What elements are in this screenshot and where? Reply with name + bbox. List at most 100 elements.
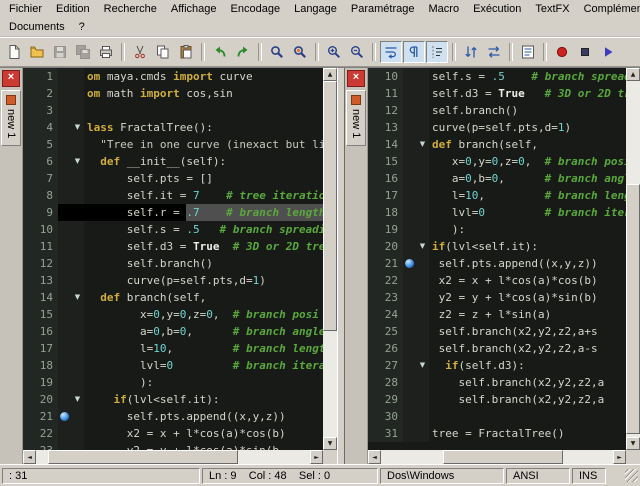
line-number[interactable]: 12 xyxy=(368,102,403,119)
bookmark-margin[interactable] xyxy=(58,255,71,272)
show-all-characters-button[interactable] xyxy=(403,41,425,63)
menu-item-fichier[interactable]: Fichier xyxy=(2,1,49,17)
line-number[interactable]: 18 xyxy=(368,204,403,221)
code-text[interactable]: lass FractalTree(): xyxy=(84,119,323,136)
menu-item-edition[interactable]: Edition xyxy=(49,1,97,17)
line-number[interactable]: 27 xyxy=(368,357,403,374)
bookmark-margin[interactable] xyxy=(403,357,416,374)
line-number[interactable]: 22 xyxy=(23,425,58,442)
code-text[interactable]: self.branch(x2,y2,z2,a xyxy=(429,374,626,391)
horizontal-scroll-thumb[interactable] xyxy=(48,450,238,464)
line-number[interactable]: 5 xyxy=(23,136,58,153)
code-text[interactable] xyxy=(84,102,323,119)
zoom-out-button[interactable] xyxy=(346,41,368,63)
play-macro-button[interactable] xyxy=(597,41,619,63)
bookmark-margin[interactable] xyxy=(403,119,416,136)
code-text[interactable]: x=0,y=0,z=0, # branch posi xyxy=(84,306,323,323)
line-number[interactable]: 4 xyxy=(23,119,58,136)
scroll-left-button[interactable]: ◄ xyxy=(368,450,381,464)
line-number[interactable]: 31 xyxy=(368,425,403,442)
document-tab[interactable]: new 1 xyxy=(1,90,21,146)
line-number[interactable]: 17 xyxy=(368,187,403,204)
bookmark-margin[interactable] xyxy=(58,136,71,153)
bookmark-margin[interactable] xyxy=(58,306,71,323)
scroll-right-button[interactable]: ► xyxy=(613,450,626,464)
code-text[interactable]: l=10, # branch length xyxy=(429,187,626,204)
replace-button[interactable] xyxy=(289,41,311,63)
vertical-scroll-thumb[interactable] xyxy=(323,81,337,331)
line-number[interactable]: 11 xyxy=(23,238,58,255)
vertical-scrollbar[interactable]: ▲ ▼ xyxy=(323,68,337,450)
code-editor-right[interactable]: 10self.s = .5 # branch spreading11self.d… xyxy=(368,68,640,464)
code-text[interactable]: self.d3 = True # 3D or 2D tree xyxy=(84,238,323,255)
bookmark-margin[interactable] xyxy=(58,85,71,102)
find-button[interactable] xyxy=(266,41,288,63)
open-file-button[interactable] xyxy=(26,41,48,63)
line-number[interactable]: 11 xyxy=(368,85,403,102)
scroll-up-button[interactable]: ▲ xyxy=(626,68,640,81)
line-number[interactable]: 20 xyxy=(23,391,58,408)
bookmark-margin[interactable] xyxy=(403,408,416,425)
fold-collapse-icon[interactable]: ▼ xyxy=(71,391,84,408)
code-text[interactable]: z2 = z + l*sin(a) xyxy=(429,306,626,323)
line-number[interactable]: 8 xyxy=(23,187,58,204)
scroll-left-button[interactable]: ◄ xyxy=(23,450,36,464)
bookmark-margin[interactable] xyxy=(403,102,416,119)
bookmark-margin[interactable] xyxy=(403,85,416,102)
redo-button[interactable] xyxy=(232,41,254,63)
scroll-down-button[interactable]: ▼ xyxy=(626,437,640,450)
word-wrap-button[interactable] xyxy=(380,41,402,63)
line-number[interactable]: 17 xyxy=(23,340,58,357)
line-number[interactable]: 23 xyxy=(23,442,58,450)
code-text[interactable]: if(lvl<self.it): xyxy=(84,391,323,408)
code-text[interactable]: if(self.d3): xyxy=(429,357,626,374)
bookmark-margin[interactable] xyxy=(58,391,71,408)
line-number[interactable]: 21 xyxy=(368,255,403,272)
line-number[interactable]: 23 xyxy=(368,289,403,306)
sync-horizontal-button[interactable] xyxy=(483,41,505,63)
bookmark-margin[interactable] xyxy=(58,323,71,340)
line-number[interactable]: 30 xyxy=(368,408,403,425)
bookmark-margin[interactable] xyxy=(403,153,416,170)
bookmark-margin[interactable] xyxy=(58,238,71,255)
line-number[interactable]: 19 xyxy=(368,221,403,238)
code-text[interactable]: a=0,b=0, # branch angle xyxy=(429,170,626,187)
code-text[interactable]: ): xyxy=(84,374,323,391)
code-text[interactable]: self.pts = [] xyxy=(84,170,323,187)
bookmark-margin[interactable] xyxy=(403,136,416,153)
code-text[interactable]: self.r = .7 # branch length fac xyxy=(84,204,323,221)
bookmark-margin[interactable] xyxy=(58,204,71,221)
fold-collapse-icon[interactable]: ▼ xyxy=(71,119,84,136)
code-text[interactable]: l=10, # branch length xyxy=(84,340,323,357)
bookmark-margin[interactable] xyxy=(58,340,71,357)
code-text[interactable]: "Tree in one curve (inexact but light)" xyxy=(84,136,323,153)
line-number[interactable]: 14 xyxy=(368,136,403,153)
menu-item-encodage[interactable]: Encodage xyxy=(224,1,288,17)
code-text[interactable]: self.branch() xyxy=(429,102,626,119)
bookmark-margin[interactable] xyxy=(58,425,71,442)
vertical-scrollbar[interactable]: ▲ ▼ xyxy=(626,68,640,450)
bookmark-margin[interactable] xyxy=(58,170,71,187)
code-text[interactable]: curve(p=self.pts,d=1) xyxy=(84,272,323,289)
bookmark-margin[interactable] xyxy=(403,374,416,391)
bookmark-margin[interactable] xyxy=(403,187,416,204)
line-number[interactable]: 20 xyxy=(368,238,403,255)
sync-vertical-button[interactable] xyxy=(460,41,482,63)
new-file-button[interactable] xyxy=(3,41,25,63)
code-text[interactable]: a=0,b=0, # branch angle xyxy=(84,323,323,340)
cut-button[interactable] xyxy=(129,41,151,63)
line-number[interactable]: 10 xyxy=(23,221,58,238)
menu-item-affichage[interactable]: Affichage xyxy=(164,1,224,17)
code-text[interactable]: self.it = 7 # tree iterations xyxy=(84,187,323,204)
bookmark-margin[interactable] xyxy=(58,442,71,450)
line-number[interactable]: 16 xyxy=(23,323,58,340)
code-text[interactable]: ): xyxy=(429,221,626,238)
vertical-scroll-thumb[interactable] xyxy=(626,184,640,434)
bookmark-margin[interactable] xyxy=(58,221,71,238)
line-number[interactable]: 21 xyxy=(23,408,58,425)
bookmark-margin[interactable] xyxy=(58,374,71,391)
line-number[interactable]: 7 xyxy=(23,170,58,187)
line-number[interactable]: 3 xyxy=(23,102,58,119)
record-macro-button[interactable] xyxy=(551,41,573,63)
line-number[interactable]: 19 xyxy=(23,374,58,391)
